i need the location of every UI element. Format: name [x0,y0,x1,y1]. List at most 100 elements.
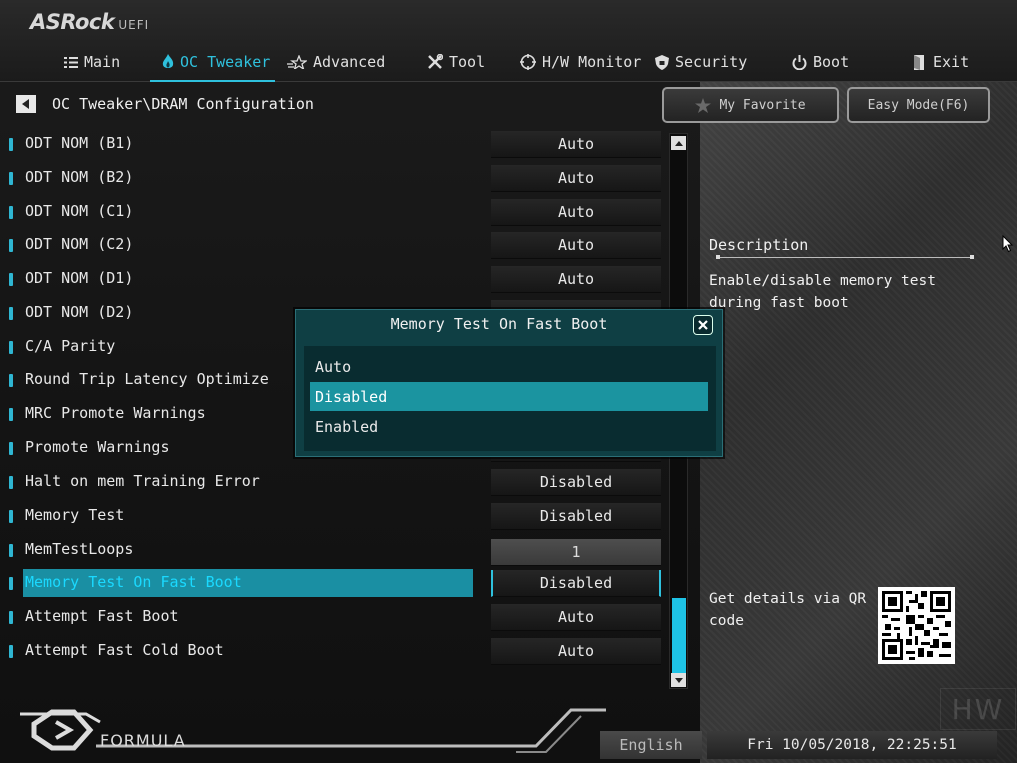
setting-row[interactable]: MemTestLoops 1 [0,536,700,566]
option-enabled[interactable]: Enabled [310,412,708,441]
power-icon [792,54,807,70]
setting-label: ODT NOM (B2) [25,168,134,186]
tab-label: Advanced [313,53,386,71]
option-auto[interactable]: Auto [310,352,708,381]
setting-row[interactable]: ODT NOM (C1) Auto [0,198,700,226]
setting-label: Round Trip Latency Optimize [25,370,269,388]
tab-security[interactable]: Security [655,50,747,74]
tab-boot[interactable]: Boot [792,50,849,74]
info-icon [9,510,13,523]
setting-value[interactable]: Disabled [491,469,661,496]
tab-label: H/W Monitor [542,53,642,71]
setting-label: Memory Test [25,506,125,524]
scroll-up-button[interactable] [671,136,686,150]
scroll-down-button[interactable] [671,673,686,687]
easy-mode-button[interactable]: Easy Mode(F6) [847,87,990,123]
setting-value[interactable]: Auto [491,604,661,631]
star-favorite-icon [695,97,712,113]
tab-label: Boot [813,53,850,71]
info-icon [9,273,13,286]
formula-logo-graphic [20,708,606,753]
setting-label: Attempt Fast Cold Boot [25,641,224,659]
info-icon [9,442,13,455]
setting-row-selected[interactable]: Memory Test On Fast Boot Disabled [0,569,700,597]
description-title: Description [709,236,809,254]
setting-label: ODT NOM (B1) [25,134,134,152]
tab-main[interactable]: Main [64,50,120,74]
setting-label: MRC Promote Warnings [25,404,206,422]
tab-label: Security [675,53,748,71]
setting-row[interactable]: Halt on mem Training Error Disabled [0,468,700,496]
tab-exit[interactable]: Exit [913,50,969,74]
shield-icon [655,54,669,70]
setting-label: MemTestLoops [25,540,134,558]
setting-row[interactable]: ODT NOM (B1) Auto [0,130,700,158]
setting-value[interactable]: Disabled [491,503,661,530]
info-icon [9,408,13,421]
setting-value[interactable]: Auto [491,131,661,158]
dialog-title: Memory Test On Fast Boot [390,315,608,333]
setting-value[interactable]: Auto [491,232,661,259]
setting-value[interactable]: Auto [491,199,661,226]
info-icon [9,239,13,252]
setting-row[interactable]: ODT NOM (C2) Auto [0,231,700,259]
option-disabled[interactable]: Disabled [310,382,708,411]
setting-label: Memory Test On Fast Boot [25,573,242,591]
close-icon [698,320,708,330]
setting-value[interactable]: Auto [491,266,661,293]
language-button[interactable]: English [600,731,702,759]
logo-sub: UEFI [118,18,150,32]
setting-label: Halt on mem Training Error [25,472,260,490]
setting-value[interactable]: Auto [491,638,661,665]
mouse-cursor-icon [1002,235,1014,253]
setting-label: Attempt Fast Boot [25,607,179,625]
setting-label: ODT NOM (C1) [25,202,134,220]
setting-row[interactable]: Attempt Fast Boot Auto [0,603,700,631]
info-icon [9,544,13,557]
info-icon [9,341,13,354]
tab-tool[interactable]: Tool [427,50,485,74]
info-icon [9,138,13,151]
my-favorite-button[interactable]: My Favorite [662,87,839,123]
dialog-option-list: Auto Disabled Enabled [304,346,716,451]
info-icon [9,611,13,624]
setting-label: Promote Warnings [25,438,170,456]
setting-row[interactable]: ODT NOM (D1) Auto [0,265,700,293]
setting-row[interactable]: ODT NOM (B2) Auto [0,164,700,192]
info-icon [9,374,13,387]
tab-label: OC Tweaker [180,53,271,71]
my-favorite-label: My Favorite [719,97,806,113]
qr-code-image [878,587,955,664]
top-bar [0,0,1017,82]
chevron-up-icon [674,140,683,146]
info-icon [9,577,13,590]
tab-hw-monitor[interactable]: H/W Monitor [520,50,641,74]
breadcrumb: OC Tweaker\DRAM Configuration [52,95,314,113]
info-icon [9,476,13,489]
setting-label: ODT NOM (C2) [25,235,134,253]
tab-oc-tweaker[interactable]: OC Tweaker [162,50,270,74]
description-divider [716,255,974,259]
logo-brand: ASRock [30,10,115,34]
setting-number-field[interactable]: 1 [491,539,661,566]
tab-label: Tool [449,53,486,71]
description-text: Enable/disable memory test during fast b… [709,273,936,311]
tab-advanced[interactable]: Advanced [287,50,385,74]
setting-value[interactable]: Auto [491,165,661,192]
back-button[interactable] [16,95,36,113]
easy-mode-label: Easy Mode(F6) [867,97,970,113]
setting-label: ODT NOM (D2) [25,303,134,321]
tab-label: Main [84,53,121,71]
setting-row[interactable]: Attempt Fast Cold Boot Auto [0,637,700,665]
info-icon [9,172,13,185]
close-button[interactable] [693,315,713,335]
watermark-logo: HW [940,688,1016,730]
option-select-dialog: Memory Test On Fast Boot Auto Disabled E… [295,309,723,457]
setting-label: C/A Parity [25,337,116,355]
scrollbar-thumb[interactable] [672,598,686,673]
asrock-logo: ASRock UEFI [30,10,149,34]
info-icon [9,645,13,658]
chevron-down-icon [674,677,683,683]
setting-value[interactable]: Disabled [491,570,661,597]
setting-row[interactable]: Memory Test Disabled [0,502,700,530]
